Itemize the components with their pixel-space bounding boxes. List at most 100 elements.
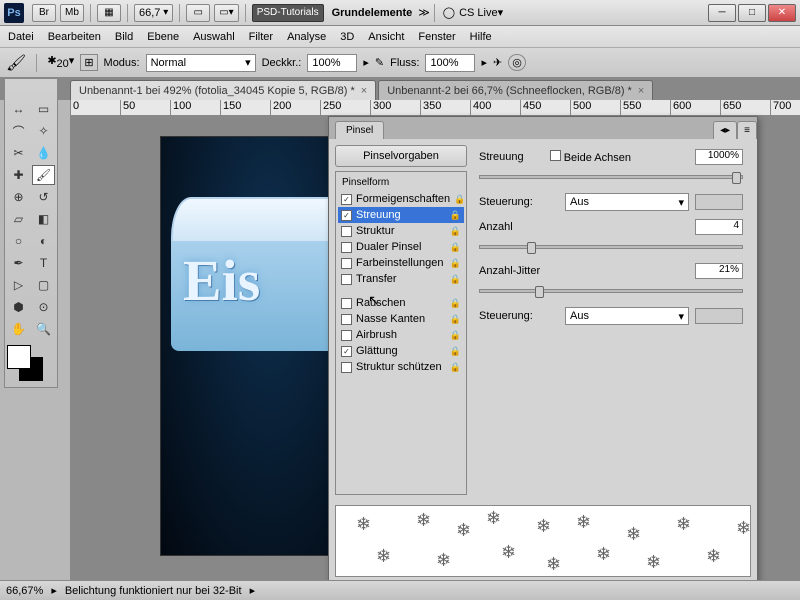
brush-item-3[interactable]: Dualer Pinsel🔒 xyxy=(338,239,464,255)
close-tab-icon[interactable]: × xyxy=(638,85,644,97)
dodge-tool[interactable]: ◐ xyxy=(32,231,55,251)
brush-item-6[interactable]: Rauschen🔒 xyxy=(338,295,464,311)
opacity-flyout-icon[interactable]: ▸ xyxy=(363,56,369,69)
flow-flyout-icon[interactable]: ▸ xyxy=(481,56,487,69)
control-select[interactable]: Aus▾ xyxy=(565,193,689,211)
brush-item-checkbox[interactable] xyxy=(341,194,352,205)
menu-analyse[interactable]: Analyse xyxy=(287,31,326,43)
screen-mode-button[interactable]: ▭▾ xyxy=(214,4,238,22)
ruler-horizontal[interactable]: 0501001502002503003504004505005506006507… xyxy=(70,100,800,116)
pressure-size-icon[interactable]: ◎ xyxy=(508,54,526,71)
menu-filter[interactable]: Filter xyxy=(249,31,273,43)
brush-item-1[interactable]: Streuung🔒 xyxy=(338,207,464,223)
brush-item-checkbox[interactable] xyxy=(341,346,352,357)
lasso-tool[interactable]: ⌒ xyxy=(7,121,30,141)
eraser-tool[interactable]: ▱ xyxy=(7,209,30,229)
panel-menu-icon[interactable]: ≡ xyxy=(737,121,757,139)
count-jitter-value[interactable]: 21% xyxy=(695,263,743,279)
brush-item-checkbox[interactable] xyxy=(341,274,352,285)
brush-item-9[interactable]: Glättung🔒 xyxy=(338,343,464,359)
eyedropper-tool[interactable]: 💧 xyxy=(32,143,55,163)
brush-item-5[interactable]: Transfer🔒 xyxy=(338,271,464,287)
brush-item-2[interactable]: Struktur🔒 xyxy=(338,223,464,239)
brush-item-checkbox[interactable] xyxy=(341,226,352,237)
brush-tool-icon[interactable]: 🖌 xyxy=(6,53,26,73)
type-tool[interactable]: T xyxy=(32,253,55,273)
brush-item-checkbox[interactable] xyxy=(341,242,352,253)
zoom-tool[interactable]: 🔍 xyxy=(32,319,55,339)
flow-field[interactable]: 100% xyxy=(425,54,475,72)
brush-preset-icon[interactable]: ✱20▾ xyxy=(47,54,74,70)
menu-hilfe[interactable]: Hilfe xyxy=(470,31,492,43)
brush-item-checkbox[interactable] xyxy=(341,362,352,373)
status-zoom[interactable]: 66,67% xyxy=(6,585,43,597)
document-tab-2[interactable]: Unbenannt-2 bei 66,7% (Schneeflocken, RG… xyxy=(378,80,653,100)
workspace-pill[interactable]: PSD-Tutorials xyxy=(252,4,324,22)
menu-bearbeiten[interactable]: Bearbeiten xyxy=(48,31,101,43)
cslive-dropdown-icon[interactable]: ▾ xyxy=(498,6,504,19)
menu-fenster[interactable]: Fenster xyxy=(418,31,455,43)
status-flyout-icon[interactable]: ▸ xyxy=(51,584,57,597)
brush-item-7[interactable]: Nasse Kanten🔒 xyxy=(338,311,464,327)
opacity-field[interactable]: 100% xyxy=(307,54,357,72)
menu-auswahl[interactable]: Auswahl xyxy=(193,31,235,43)
cslive-label[interactable]: CS Live xyxy=(459,7,498,19)
brush-item-0[interactable]: Formeigenschaften🔒 xyxy=(338,191,464,207)
3d-tool[interactable]: ⬢ xyxy=(7,297,30,317)
pressure-opacity-icon[interactable]: ✎ xyxy=(375,56,384,69)
panel-collapse-icon[interactable]: ◂▸ xyxy=(713,121,737,139)
blur-tool[interactable]: ○ xyxy=(7,231,30,251)
path-select-tool[interactable]: ▷ xyxy=(7,275,30,295)
marquee-tool[interactable]: ▭ xyxy=(32,99,55,119)
crop-tool[interactable]: ✂ xyxy=(7,143,30,163)
close-button[interactable]: ✕ xyxy=(768,4,796,22)
workspace-more-icon[interactable]: ≫ xyxy=(418,6,430,19)
brush-item-checkbox[interactable] xyxy=(341,298,352,309)
menu-bild[interactable]: Bild xyxy=(115,31,133,43)
brush-item-4[interactable]: Farbeinstellungen🔒 xyxy=(338,255,464,271)
count-slider[interactable] xyxy=(479,245,743,249)
panel-tab-pinsel[interactable]: Pinsel xyxy=(335,121,384,139)
hand-tool[interactable]: ✋ xyxy=(7,319,30,339)
color-swatch[interactable] xyxy=(7,345,53,385)
layout-button[interactable]: ▦ xyxy=(97,4,121,22)
brush-item-10[interactable]: Struktur schützen🔒 xyxy=(338,359,464,375)
bridge-button[interactable]: Br xyxy=(32,4,56,22)
maximize-button[interactable]: □ xyxy=(738,4,766,22)
zoom-field[interactable]: 66,7 ▾ xyxy=(134,4,173,22)
fg-color[interactable] xyxy=(7,345,31,369)
brush-item-checkbox[interactable] xyxy=(341,330,352,341)
brush-tool[interactable]: 🖌 xyxy=(32,165,55,185)
workspace-label[interactable]: Grundelemente xyxy=(332,7,413,19)
menu-ebene[interactable]: Ebene xyxy=(147,31,179,43)
history-brush-tool[interactable]: ↺ xyxy=(32,187,55,207)
list-header[interactable]: Pinselform xyxy=(338,174,464,191)
heal-tool[interactable]: ✚ xyxy=(7,165,30,185)
3d-camera-tool[interactable]: ⊙ xyxy=(32,297,55,317)
wand-tool[interactable]: ✧ xyxy=(32,121,55,141)
menu-datei[interactable]: Datei xyxy=(8,31,34,43)
close-tab-icon[interactable]: × xyxy=(361,85,367,97)
brush-item-checkbox[interactable] xyxy=(341,258,352,269)
control2-select[interactable]: Aus▾ xyxy=(565,307,689,325)
minimize-button[interactable]: ─ xyxy=(708,4,736,22)
pen-tool[interactable]: ✒ xyxy=(7,253,30,273)
count-value[interactable]: 4 xyxy=(695,219,743,235)
scatter-slider[interactable] xyxy=(479,175,743,179)
menu-ansicht[interactable]: Ansicht xyxy=(368,31,404,43)
brush-panel-toggle-icon[interactable]: ⊞ xyxy=(80,54,97,71)
stamp-tool[interactable]: ⊕ xyxy=(7,187,30,207)
shape-tool[interactable]: ▢ xyxy=(32,275,55,295)
menu-3d[interactable]: 3D xyxy=(340,31,354,43)
move-tool[interactable]: ↔ xyxy=(7,99,30,119)
scatter-value[interactable]: 1000% xyxy=(695,149,743,165)
cslive-icon[interactable]: ◯ xyxy=(443,6,455,19)
brush-item-checkbox[interactable] xyxy=(341,314,352,325)
mode-select[interactable]: Normal▾ xyxy=(146,54,256,72)
gradient-tool[interactable]: ◧ xyxy=(32,209,55,229)
airbrush-icon[interactable]: ✈ xyxy=(493,56,502,69)
document-tab-1[interactable]: Unbenannt-1 bei 492% (fotolia_34045 Kopi… xyxy=(70,80,376,100)
both-axes-checkbox[interactable] xyxy=(550,150,561,161)
brush-presets-button[interactable]: Pinselvorgaben xyxy=(335,145,467,167)
view-extras-button[interactable]: ▭ xyxy=(186,4,210,22)
